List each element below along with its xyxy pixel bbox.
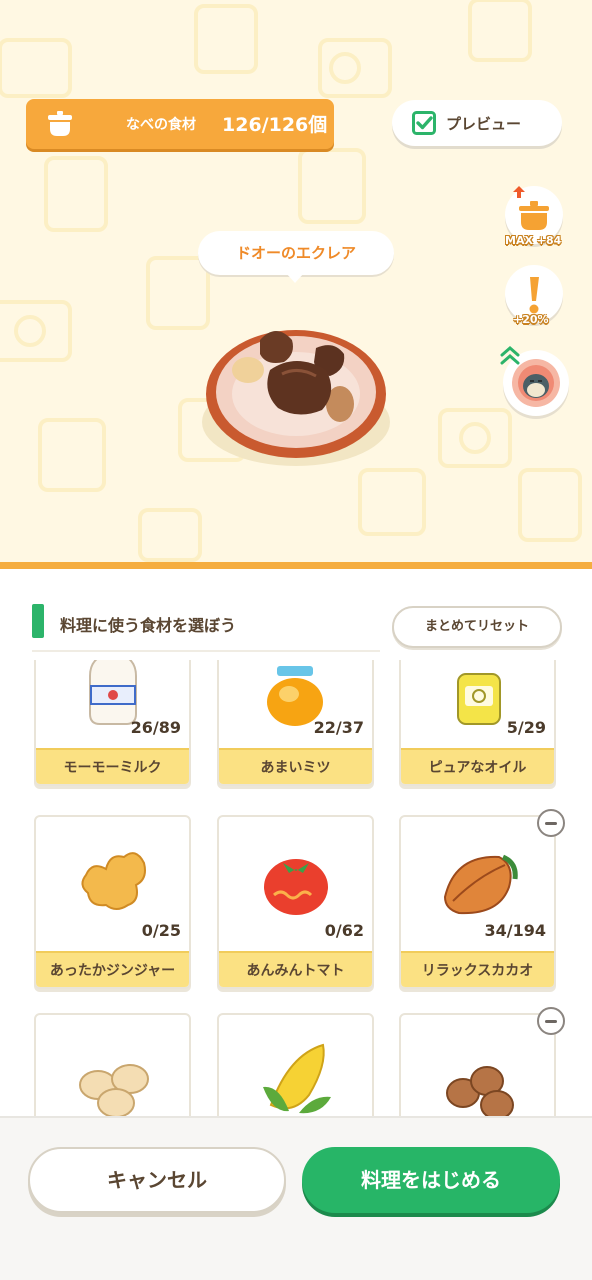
ingredient-name: ピュアなオイル xyxy=(401,748,554,784)
dish-bubble-tail xyxy=(286,273,304,283)
ingredient-card-oil[interactable]: 5/29 ピュアなオイル xyxy=(399,660,556,786)
ingredient-card-nuts[interactable] xyxy=(399,1013,556,1117)
chocolate-eclair-dish-icon xyxy=(202,330,390,466)
ingredient-name: リラックスカカオ xyxy=(401,951,554,987)
ingredient-name: あまいミツ xyxy=(219,748,372,784)
start-cooking-button[interactable]: 料理をはじめる xyxy=(302,1147,560,1213)
section-divider xyxy=(32,650,380,652)
ingredient-count: 22/37 xyxy=(313,718,364,737)
ingredient-card-tomato[interactable]: 0/62 あんみんトマト xyxy=(217,815,374,989)
ingredient-card-ginger[interactable]: 0/25 あったかジンジャー xyxy=(34,815,191,989)
ingredient-grid: 26/89 モーモーミルク 22/37 あまいミツ 5/29 ピュアなオイル 0… xyxy=(0,660,592,1117)
soybeans-icon xyxy=(79,1064,149,1117)
bonus-caption: +20% xyxy=(513,313,549,326)
section-title: 料理に使う食材を選ぼう xyxy=(60,616,237,635)
pot-icon xyxy=(48,111,72,136)
remove-nuts-button[interactable] xyxy=(537,1007,565,1035)
ingredient-count: 26/89 xyxy=(130,718,181,737)
ingredient-name: モーモーミルク xyxy=(36,748,189,784)
reset-all-button[interactable]: まとめてリセット xyxy=(392,606,562,648)
corn-icon xyxy=(263,1043,331,1114)
pot-ingredients-label: なべの食材 xyxy=(126,117,196,133)
ingredient-card-corn[interactable] xyxy=(217,1013,374,1117)
pot-upgrade-caption: MAX +84 xyxy=(505,234,562,247)
remove-cacao-button[interactable] xyxy=(537,809,565,837)
dish-name-bubble: ドオーのエクレア xyxy=(198,231,394,275)
cancel-button[interactable]: キャンセル xyxy=(28,1147,286,1213)
ingredient-card-milk[interactable]: 26/89 モーモーミルク xyxy=(34,660,191,786)
scene-divider xyxy=(0,562,592,569)
checkbox-checked-icon xyxy=(412,111,436,135)
ingredient-count: 0/25 xyxy=(141,921,181,940)
ingredient-card-cacao[interactable]: 34/194 リラックスカカオ xyxy=(399,815,556,989)
section-accent-bar xyxy=(32,604,44,638)
pot-ingredients-counter: なべの食材 126/126個 xyxy=(26,99,334,149)
ingredient-name: あんみんトマト xyxy=(219,951,372,987)
pot-ingredients-count: 126/126個 xyxy=(222,114,328,136)
ingredient-count: 34/194 xyxy=(484,921,546,940)
mushroom-nuts-icon xyxy=(446,1066,514,1117)
ingredient-count: 0/62 xyxy=(324,921,364,940)
cooking-scene: なべの食材 126/126個 プレビュー MAX +84 +20% ドオーのエク… xyxy=(0,0,592,563)
preview-label: プレビュー xyxy=(446,115,522,133)
ingredient-name: あったかジンジャー xyxy=(36,951,189,987)
ingredient-card-honey[interactable]: 22/37 あまいミツ xyxy=(217,660,374,786)
preview-toggle[interactable]: プレビュー xyxy=(392,100,562,146)
level-up-chevrons-icon xyxy=(500,346,520,365)
ingredient-count: 5/29 xyxy=(506,718,546,737)
ingredient-card-soybeans[interactable] xyxy=(34,1013,191,1117)
